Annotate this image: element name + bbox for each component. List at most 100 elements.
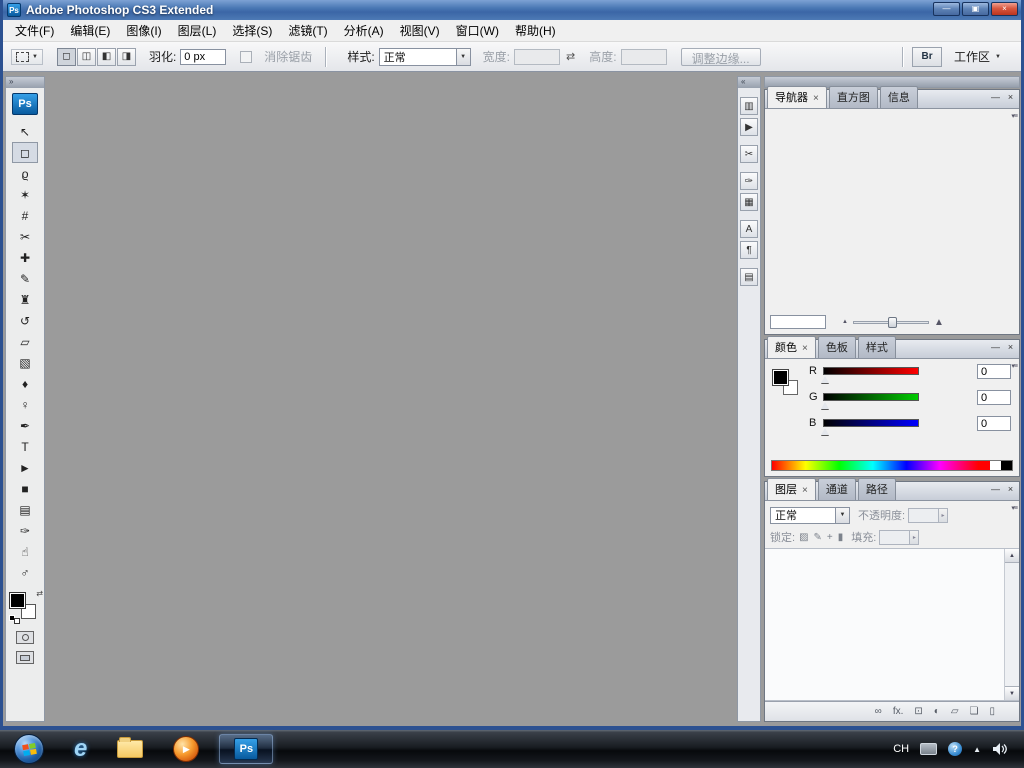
scroll-up-button[interactable]: ▲ — [1005, 549, 1019, 563]
move-tool[interactable]: ↖ — [12, 121, 38, 142]
gradient-tool[interactable]: ▧ — [12, 352, 38, 373]
channel-slider[interactable] — [821, 367, 919, 383]
dock-expand-grip[interactable]: « — [738, 77, 760, 88]
tab-navigator[interactable]: 导航器 × — [767, 86, 827, 108]
folder-icon[interactable] — [117, 737, 144, 758]
menu-item[interactable]: 文件(F) — [7, 19, 62, 42]
panel-minimize-button[interactable]: — — [990, 484, 1001, 495]
lock-all-icon[interactable]: ▮ — [838, 532, 844, 543]
toolbox-grip[interactable]: » — [6, 77, 44, 88]
rectangle-tool[interactable]: ■ — [12, 478, 38, 499]
actions-panel-button[interactable]: ▶ — [740, 118, 758, 136]
zoom-in-icon[interactable]: ▲ — [934, 317, 944, 328]
spot-healing-brush-tool[interactable]: ✚ — [12, 247, 38, 268]
keyboard-icon[interactable] — [920, 743, 938, 755]
scroll-down-button[interactable]: ▼ — [1005, 686, 1019, 700]
hidden-icons-arrow[interactable]: ▲ — [973, 745, 981, 754]
dodge-tool[interactable]: ♀ — [12, 394, 38, 415]
minimize-button[interactable]: — — [933, 2, 960, 16]
language-indicator[interactable]: CH — [893, 743, 909, 755]
start-button[interactable] — [14, 734, 44, 764]
fill-field[interactable]: ▸ — [879, 529, 920, 545]
brush-tool[interactable]: ✎ — [12, 268, 38, 289]
tab-paths[interactable]: 路径 — [857, 478, 896, 500]
panel-menu-button[interactable]: ▾≡ — [1011, 112, 1018, 120]
screen-mode-button[interactable] — [16, 651, 34, 664]
media-player-icon[interactable]: ▶ — [173, 736, 200, 762]
ramp-black-swatch[interactable] — [1001, 461, 1012, 470]
spinner-arrow-icon[interactable]: ▸ — [938, 508, 948, 522]
delete-layer-button[interactable]: ▯ — [989, 706, 995, 717]
quick-mask-button[interactable] — [16, 631, 34, 644]
slice-tool[interactable]: ✂ — [12, 226, 38, 247]
menu-item[interactable]: 视图(V) — [392, 19, 448, 42]
lock-position-icon[interactable]: + — [827, 532, 833, 543]
panel-menu-button[interactable]: ▾≡ — [1011, 362, 1018, 370]
navigator-zoom-slider[interactable] — [852, 316, 929, 328]
panel-minimize-button[interactable]: — — [990, 342, 1001, 353]
opacity-field[interactable]: ▸ — [908, 507, 949, 523]
notes-tool[interactable]: ▤ — [12, 499, 38, 520]
panel-close-button[interactable]: × — [1005, 342, 1016, 353]
tab-histogram[interactable]: 直方图 — [828, 86, 878, 108]
color-ramp[interactable] — [771, 460, 1013, 471]
menu-item[interactable]: 窗口(W) — [448, 19, 507, 42]
slider-thumb[interactable] — [887, 316, 897, 328]
lasso-tool[interactable]: ϱ — [12, 163, 38, 184]
path-selection-tool[interactable]: ► — [12, 457, 38, 478]
intersect-selection-button[interactable]: ◨ — [116, 47, 136, 66]
slider-thumb-icon[interactable] — [821, 428, 829, 435]
blend-mode-select[interactable]: 正常 ▼ — [770, 506, 850, 524]
panel-minimize-button[interactable]: — — [990, 92, 1001, 103]
rectangular-marquee-tool[interactable]: ◻ — [12, 142, 38, 163]
style-select[interactable]: 正常 ▼ — [378, 47, 471, 66]
tab-color[interactable]: 颜色 × — [767, 336, 816, 358]
close-button[interactable]: × — [991, 2, 1018, 16]
panel-tab-close-icon[interactable]: × — [802, 343, 808, 354]
panel-tab-close-icon[interactable]: × — [813, 93, 819, 104]
blur-tool[interactable]: ♦ — [12, 373, 38, 394]
feather-input[interactable] — [180, 48, 227, 65]
channel-value-input[interactable] — [977, 390, 1011, 405]
tab-channels[interactable]: 通道 — [817, 478, 856, 500]
clone-source-panel-button[interactable]: ▦ — [740, 193, 758, 211]
antialias-checkbox[interactable] — [240, 50, 253, 63]
brushes-panel-button[interactable]: ✑ — [740, 172, 758, 190]
lock-transparency-icon[interactable]: ▨ — [799, 532, 808, 543]
paragraph-panel-button[interactable]: ¶ — [740, 241, 758, 259]
new-layer-button[interactable]: ❏ — [970, 706, 979, 717]
hand-tool[interactable]: ☝ — [12, 541, 38, 562]
menu-item[interactable]: 分析(A) — [336, 19, 392, 42]
history-panel-button[interactable]: ▥ — [740, 97, 758, 115]
photoshop-task-button[interactable]: Ps — [219, 734, 274, 764]
internet-explorer-icon[interactable]: e — [74, 736, 87, 762]
default-colors-icon[interactable] — [9, 615, 20, 624]
new-group-button[interactable]: ▱ — [951, 706, 959, 717]
height-input[interactable] — [620, 48, 667, 65]
new-selection-button[interactable]: ◻ — [56, 47, 76, 66]
clone-stamp-tool[interactable]: ♜ — [12, 289, 38, 310]
menu-item[interactable]: 滤镜(T) — [280, 19, 335, 42]
tool-presets-panel-button[interactable]: ✂ — [740, 145, 758, 163]
width-input[interactable] — [514, 48, 560, 65]
quick-selection-tool[interactable]: ✶ — [12, 184, 38, 205]
eraser-tool[interactable]: ▱ — [12, 331, 38, 352]
slider-thumb-icon[interactable] — [821, 402, 829, 409]
bridge-button[interactable]: Br — [912, 46, 943, 67]
layer-style-button[interactable]: fx. — [893, 706, 904, 717]
slider-thumb-icon[interactable] — [821, 376, 829, 383]
channel-slider[interactable] — [821, 393, 919, 409]
layer-comps-panel-button[interactable]: ▤ — [740, 268, 758, 286]
titlebar[interactable]: Ps Adobe Photoshop CS3 Extended — ▣ × — [3, 0, 1021, 20]
add-to-selection-button[interactable]: ◫ — [76, 47, 96, 66]
volume-icon[interactable] — [992, 742, 1008, 756]
channel-slider[interactable] — [821, 419, 919, 435]
foreground-color-swatch[interactable] — [9, 592, 26, 609]
channel-value-input[interactable] — [977, 364, 1011, 379]
tab-styles[interactable]: 样式 — [857, 336, 896, 358]
panel-close-button[interactable]: × — [1005, 484, 1016, 495]
spinner-arrow-icon[interactable]: ▸ — [909, 530, 919, 544]
menu-item[interactable]: 图像(I) — [118, 19, 169, 42]
menu-item[interactable]: 帮助(H) — [507, 19, 564, 42]
panel-tab-close-icon[interactable]: × — [802, 485, 808, 496]
